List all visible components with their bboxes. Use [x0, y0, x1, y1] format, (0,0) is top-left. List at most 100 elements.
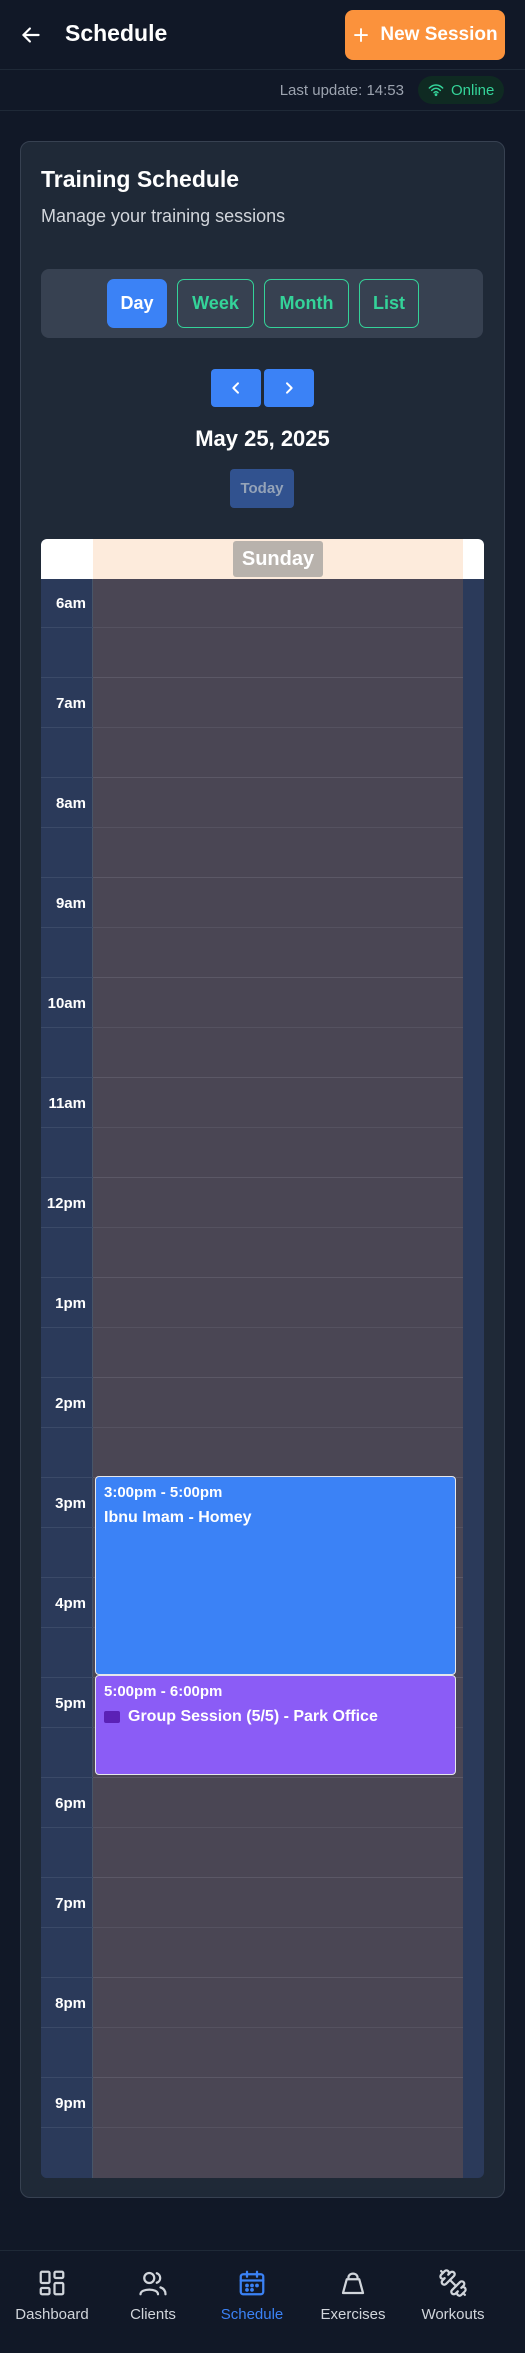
dumbbell-icon [439, 2269, 467, 2297]
time-half-gridline [41, 1627, 93, 1628]
view-list-button[interactable]: List [359, 279, 419, 328]
time-half-gridline [41, 727, 93, 728]
hour-gridline [93, 1177, 463, 1178]
time-gridline [41, 1477, 93, 1478]
hour-gridline [93, 1277, 463, 1278]
time-label: 6am [55, 595, 86, 612]
nav-clients[interactable]: Clients [103, 2268, 203, 2338]
time-gridline [41, 1877, 93, 1878]
hour-gridline [93, 977, 463, 978]
nav-exercises-label: Exercises [320, 2306, 386, 2323]
day-header-label: Sunday [233, 541, 323, 577]
event-title: Ibnu Imam - Homey [104, 1509, 447, 1527]
new-session-label: New Session [380, 24, 498, 45]
time-label: 5pm [55, 1695, 86, 1712]
plus-icon [354, 28, 369, 42]
group-icon [104, 1711, 120, 1723]
day-column[interactable] [93, 579, 463, 2178]
event-group-session[interactable]: 5:00pm - 6:00pm Group Session (5/5) - Pa… [95, 1675, 456, 1775]
hour-gridline [93, 1777, 463, 1778]
time-label: 4pm [55, 1595, 86, 1612]
nav-schedule[interactable]: Schedule [202, 2268, 302, 2338]
hour-gridline [93, 1377, 463, 1378]
half-hour-gridline [93, 1827, 463, 1828]
time-half-gridline [41, 827, 93, 828]
next-day-button[interactable] [264, 369, 314, 407]
kettlebell-icon [341, 2272, 365, 2295]
event-time: 3:00pm - 5:00pm [104, 1484, 223, 1501]
time-half-gridline [41, 1327, 93, 1328]
users-icon [139, 2271, 167, 2296]
event-title-text: Group Session (5/5) - Park Office [128, 1708, 378, 1725]
view-month-button[interactable]: Month [264, 279, 349, 328]
time-label: 2pm [55, 1395, 86, 1412]
time-label: 9am [55, 895, 86, 912]
hour-gridline [93, 1077, 463, 1078]
hour-gridline [93, 677, 463, 678]
nav-workouts[interactable]: Workouts [403, 2268, 503, 2338]
event-title-text: Ibnu Imam - Homey [104, 1509, 252, 1526]
half-hour-gridline [93, 2027, 463, 2028]
view-day-button[interactable]: Day [107, 279, 167, 328]
wifi-icon [428, 84, 444, 97]
time-half-gridline [41, 1527, 93, 1528]
current-date: May 25, 2025 [195, 426, 330, 451]
online-status-badge: Online [418, 76, 504, 104]
time-half-gridline [41, 2027, 93, 2028]
card-subtitle: Manage your training sessions [41, 206, 286, 226]
time-half-gridline [41, 2127, 93, 2128]
time-label: 9pm [55, 2095, 86, 2112]
card-title: Training Schedule [41, 166, 240, 192]
time-column: 6am 7am 8am 9am 10am 11am 12pm 1pm 2pm 3pm 4pm 5pm 6… [41, 579, 93, 2178]
time-gridline [41, 977, 93, 978]
time-half-gridline [41, 627, 93, 628]
event-time: 5:00pm - 6:00pm [104, 1683, 223, 1700]
nav-exercises[interactable]: Exercises [303, 2268, 403, 2338]
day-calendar: Sunday 6am 7am 8am 9am 10am 11am 12pm 1pm 2pm 3pm… [41, 539, 484, 2178]
half-hour-gridline [93, 627, 463, 628]
nav-schedule-label: Schedule [220, 2306, 284, 2323]
half-hour-gridline [93, 827, 463, 828]
calendar-icon [239, 2270, 265, 2296]
online-status-label: Online [451, 81, 495, 99]
view-week-button[interactable]: Week [177, 279, 254, 328]
chevron-right-icon [286, 382, 293, 394]
time-half-gridline [41, 1927, 93, 1928]
time-gridline [41, 2077, 93, 2078]
nav-dashboard-label: Dashboard [15, 2306, 89, 2323]
time-label: 8am [55, 795, 86, 812]
half-hour-gridline [93, 727, 463, 728]
nav-workouts-label: Workouts [421, 2306, 485, 2323]
half-hour-gridline [93, 1227, 463, 1228]
hour-gridline [93, 777, 463, 778]
today-button[interactable]: Today [230, 469, 294, 508]
time-label: 11am [48, 1095, 86, 1112]
time-half-gridline [41, 1427, 93, 1428]
nav-clients-label: Clients [130, 2306, 176, 2323]
time-gridline [41, 677, 93, 678]
page-title: Schedule [65, 20, 168, 46]
time-gridline [41, 1077, 93, 1078]
nav-dashboard[interactable]: Dashboard [2, 2268, 102, 2338]
previous-day-button[interactable] [211, 369, 261, 407]
hour-gridline [93, 877, 463, 878]
time-label: 6pm [55, 1795, 86, 1812]
time-label: 7pm [55, 1895, 86, 1912]
time-half-gridline [41, 1227, 93, 1228]
time-gridline [41, 777, 93, 778]
time-gridline [41, 877, 93, 878]
half-hour-gridline [93, 1927, 463, 1928]
back-arrow-icon[interactable] [18, 22, 44, 48]
half-hour-gridline [93, 1127, 463, 1128]
half-hour-gridline [93, 1027, 463, 1028]
time-label: 7am [55, 695, 86, 712]
hour-gridline [93, 2077, 463, 2078]
time-half-gridline [41, 1827, 93, 1828]
time-label: 1pm [55, 1295, 86, 1312]
half-hour-gridline [93, 927, 463, 928]
time-gridline [41, 1177, 93, 1178]
new-session-button[interactable]: New Session [345, 10, 505, 60]
event-ibnu-imam[interactable]: 3:00pm - 5:00pm Ibnu Imam - Homey [95, 1476, 456, 1675]
last-update-text: Last update: 14:53 [279, 82, 404, 99]
dashboard-icon [39, 2270, 65, 2296]
